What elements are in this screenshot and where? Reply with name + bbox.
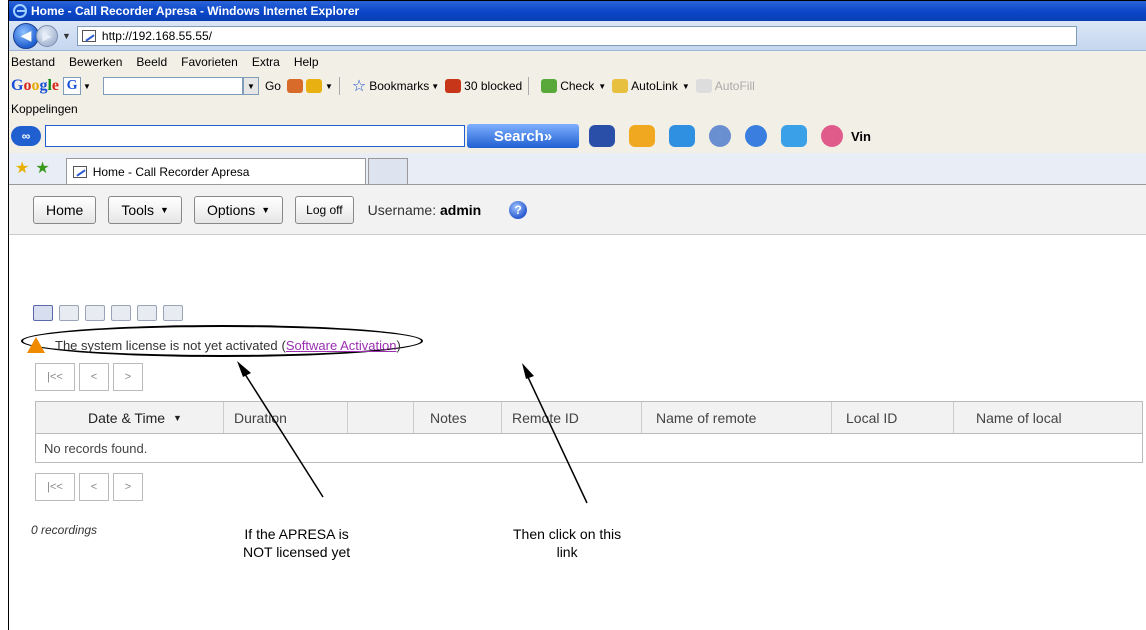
google-logo: Google bbox=[11, 77, 60, 94]
search-provider-icon[interactable]: ∞ bbox=[11, 126, 41, 146]
window-title: Home - Call Recorder Apresa - Windows In… bbox=[31, 4, 360, 18]
autofill-icon bbox=[695, 79, 712, 93]
autolink-icon bbox=[612, 79, 629, 93]
url-text: http://192.168.55.55/ bbox=[101, 28, 213, 43]
google-selector-button[interactable]: G bbox=[63, 77, 82, 95]
history-dropdown-icon[interactable]: ▼ bbox=[62, 31, 71, 41]
extra-icons[interactable]: ▼ bbox=[286, 79, 333, 93]
app-toolbar: Home Tools ▼ Options ▼ Log off Username: a… bbox=[9, 185, 1146, 235]
search-input[interactable] bbox=[45, 125, 465, 147]
search-button[interactable]: Search» bbox=[467, 124, 579, 148]
heart-icon[interactable] bbox=[821, 125, 843, 147]
tab-bar: ★ ★ Home - Call Recorder Apresa bbox=[9, 153, 1146, 185]
tab-label: Home - Call Recorder Apresa bbox=[92, 164, 250, 179]
new-tab-button[interactable] bbox=[367, 158, 408, 184]
menu-help[interactable]: Help bbox=[294, 55, 319, 69]
messenger-icon[interactable] bbox=[745, 125, 767, 147]
address-bar: ◀ ▶ ▼ http://192.168.55.55/ bbox=[9, 21, 1146, 51]
url-field[interactable]: http://192.168.55.55/ bbox=[76, 25, 1077, 46]
popup-blocked-icon bbox=[445, 79, 462, 93]
annotation-left: If the APRESA is NOT licensed yet bbox=[243, 526, 351, 560]
spellcheck-button[interactable]: Check ▼ bbox=[541, 79, 606, 93]
annotation-right: Then click on this link bbox=[513, 526, 622, 560]
google-toolbar: Google G ▼ ▼ Go ▼ ☆ Bookmarks ▼ 30 block… bbox=[9, 73, 1146, 99]
favorites-star-icon[interactable]: ★ bbox=[15, 158, 29, 178]
go-button[interactable]: Go bbox=[265, 79, 281, 93]
page-icon bbox=[72, 165, 87, 178]
browser-window: Home - Call Recorder Apresa - Windows In… bbox=[8, 0, 1146, 630]
home-button[interactable]: Home bbox=[33, 195, 97, 224]
facebook-icon[interactable] bbox=[589, 125, 615, 147]
title-bar: Home - Call Recorder Apresa - Windows In… bbox=[9, 1, 1146, 21]
autofill-button[interactable]: AutoFill bbox=[695, 79, 755, 93]
menu-bewerken[interactable]: Bewerken bbox=[69, 55, 122, 69]
separator bbox=[338, 77, 340, 95]
truncated-toolbar-label[interactable]: Vin bbox=[851, 129, 871, 144]
chevron-down-icon: ▼ bbox=[261, 204, 271, 215]
help-icon[interactable]: ? bbox=[509, 200, 528, 219]
arrow-head-left bbox=[237, 361, 251, 377]
page-icon bbox=[81, 29, 96, 42]
weather-icon[interactable] bbox=[669, 125, 695, 147]
autolink-button[interactable]: AutoLink ▼ bbox=[612, 79, 690, 93]
links-label[interactable]: Koppelingen bbox=[11, 102, 78, 116]
google-search-combo[interactable] bbox=[102, 77, 243, 95]
options-menu-button[interactable]: Options ▼ bbox=[193, 195, 284, 224]
menu-bar: Bestand Bewerken Beeld Favorieten Extra … bbox=[9, 51, 1146, 73]
pagerank-icon bbox=[286, 79, 303, 93]
forward-arrow-icon[interactable]: ▶ bbox=[36, 24, 58, 47]
smiley-icon[interactable] bbox=[629, 125, 655, 147]
menu-bestand[interactable]: Bestand bbox=[11, 55, 55, 69]
menu-favorieten[interactable]: Favorieten bbox=[181, 55, 238, 69]
ie-logo-icon bbox=[13, 4, 27, 18]
bookmarks-dropdown-icon: ▼ bbox=[431, 81, 440, 91]
popup-blocker-button[interactable]: 30 blocked bbox=[445, 79, 522, 93]
tab-home[interactable]: Home - Call Recorder Apresa bbox=[65, 158, 366, 184]
bookmarks-button[interactable]: ☆ Bookmarks ▼ bbox=[352, 76, 439, 96]
chevron-down-icon: ▼ bbox=[160, 204, 169, 215]
check-dropdown-icon: ▼ bbox=[598, 81, 607, 91]
search-toolbar: ∞ Search» Vin bbox=[9, 119, 1146, 153]
menu-beeld[interactable]: Beeld bbox=[136, 55, 167, 69]
radio-icon[interactable] bbox=[709, 125, 731, 147]
autolink-dropdown-icon: ▼ bbox=[681, 81, 690, 91]
arrow-line-left bbox=[242, 370, 324, 498]
annotation-arrows bbox=[237, 361, 588, 504]
star-icon: ☆ bbox=[351, 78, 367, 95]
arrow-head-right bbox=[522, 363, 534, 379]
menu-extra[interactable]: Extra bbox=[252, 55, 280, 69]
links-bar: Koppelingen bbox=[9, 99, 1146, 119]
add-favorites-icon[interactable]: ★ bbox=[35, 158, 49, 178]
puzzle-icon bbox=[305, 79, 322, 93]
spellcheck-icon bbox=[541, 79, 558, 93]
separator bbox=[528, 77, 530, 95]
google-combo-dropdown-icon[interactable]: ▼ bbox=[242, 77, 259, 95]
logoff-button[interactable]: Log off bbox=[295, 195, 354, 224]
tools-menu-button[interactable]: Tools ▼ bbox=[108, 195, 182, 224]
content-area: The system license is not yet activated … bbox=[9, 235, 1146, 630]
youtube-icon[interactable] bbox=[781, 125, 807, 147]
arrow-line-right bbox=[526, 374, 588, 504]
extras-dropdown-icon[interactable]: ▼ bbox=[325, 82, 333, 91]
username-display: Username: admin bbox=[367, 201, 482, 218]
google-selector-caret-icon[interactable]: ▼ bbox=[83, 82, 91, 91]
